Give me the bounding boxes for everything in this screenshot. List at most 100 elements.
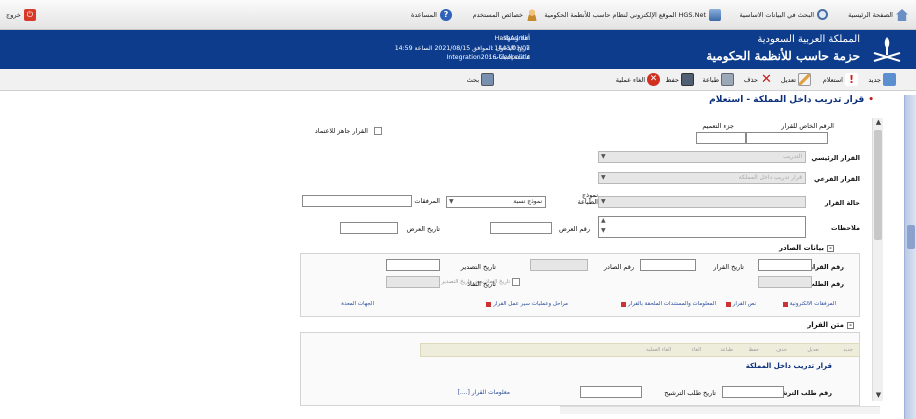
attachments-label: المرفقات: [414, 197, 440, 205]
print-button[interactable]: طباعة: [703, 73, 734, 86]
printer-icon: [721, 73, 734, 86]
exit-link[interactable]: خروج ⏻: [6, 9, 36, 21]
sub-decision-select[interactable]: قرار تدريب داخل المملكة ▼: [598, 172, 806, 184]
greeting-label: أهلا وسهلا :: [499, 34, 530, 42]
print-form-value: نموذج نسبة: [513, 198, 542, 205]
status-select[interactable]: ▼: [598, 196, 806, 208]
effective-date-checkbox[interactable]: [512, 278, 520, 286]
collapse-icon[interactable]: -: [847, 321, 854, 329]
preparing-parties-link[interactable]: الجهات المعدة: [341, 301, 374, 307]
app-header: المملكة العربية السعودية حزمة حاسب للأنظ…: [0, 30, 916, 69]
sub-cancel-button[interactable]: الغاء: [692, 347, 701, 353]
side-panel-grip[interactable]: [907, 225, 915, 249]
year-part-input[interactable]: [696, 132, 746, 144]
cancel-icon: ✕: [647, 73, 660, 86]
nomination-number-input[interactable]: [722, 386, 784, 398]
body-sub-toolbar: جديد تعديل حذف حفظ طباعة الغاء الغاء الع…: [420, 343, 860, 357]
notes-label: ملاحظات: [831, 224, 860, 232]
app-icon: [709, 9, 721, 21]
home-icon: [896, 9, 908, 21]
related-documents-label: المعلومات والمستندات الملحقة بالقرار: [628, 301, 716, 307]
delete-label: حذف: [743, 75, 758, 84]
save-button[interactable]: حفظ: [666, 73, 694, 86]
ref-number-label: الرقم الخاص للقرار: [781, 122, 834, 130]
side-panel-tab[interactable]: [904, 95, 916, 419]
sub-save-button[interactable]: حفظ: [749, 347, 759, 353]
sub-new-button[interactable]: جديد: [843, 347, 853, 353]
report-label: بحث: [466, 75, 479, 84]
related-documents-link[interactable]: المعلومات والمستندات الملحقة بالقرار: [621, 301, 716, 307]
main-decision-label: القرار الرئيسي: [811, 154, 860, 162]
print-form-label: نموذج الطباعة: [577, 191, 598, 206]
workflow-stages-link[interactable]: مراحل وعمليات سير عمل القرار: [486, 301, 568, 307]
help-link[interactable]: المساعدة ?: [411, 9, 452, 21]
scroll-up-icon[interactable]: ▲: [873, 118, 884, 128]
electronic-attachments-link[interactable]: المرفقات الالكترونية: [782, 301, 836, 307]
documents-icon: [621, 301, 627, 307]
request-number-input[interactable]: [758, 276, 812, 288]
search-data-link[interactable]: البحث في البيانات الاساسية: [740, 9, 828, 20]
delete-icon: ✕: [761, 72, 772, 87]
request-number-label: رقم الطلب: [808, 280, 844, 288]
sub-edit-button[interactable]: تعديل: [807, 347, 819, 353]
sub-print-button[interactable]: طباعة: [720, 347, 733, 353]
ref-number-input[interactable]: [746, 132, 828, 144]
query-button[interactable]: استعلام !: [823, 73, 858, 86]
scroll-down-icon[interactable]: ▼: [601, 227, 606, 234]
sub-delete-button[interactable]: حذف: [776, 347, 787, 353]
attachment-icon: [782, 301, 788, 307]
document-icon: [725, 301, 731, 307]
effective-date-input[interactable]: [386, 276, 440, 288]
offer-date-input[interactable]: [340, 222, 398, 234]
new-button[interactable]: جديد: [868, 73, 896, 86]
edit-icon: [798, 73, 811, 86]
scroll-up-icon[interactable]: ▲: [601, 217, 606, 224]
ready-label: القرار جاهز للاعتماد: [314, 127, 368, 135]
cancel-operation-button[interactable]: الغاء عملية ✕: [616, 73, 660, 86]
issue-section-header[interactable]: - بيانات الصادر: [779, 243, 834, 253]
decision-text-link[interactable]: نص القرار: [725, 301, 756, 307]
issue-date-input[interactable]: [386, 259, 440, 271]
ready-checkbox[interactable]: [374, 127, 382, 135]
help-label: المساعدة: [410, 11, 437, 19]
offer-number-input[interactable]: [490, 222, 552, 234]
electronic-attachments-label: المرفقات الالكترونية: [789, 301, 836, 307]
decision-date-input[interactable]: [640, 259, 696, 271]
notes-textarea[interactable]: ▲ ▼: [598, 216, 806, 238]
main-decision-value: التدريب: [783, 153, 802, 160]
search-data-label: البحث في البيانات الاساسية: [739, 10, 814, 19]
delete-button[interactable]: حذف ✕: [744, 73, 773, 86]
offer-date-label: تاريخ العرض: [406, 225, 440, 233]
attachments-input[interactable]: [302, 195, 412, 207]
scrollbar-thumb[interactable]: [874, 130, 882, 240]
issue-date-label: تاريخ التصدير: [460, 263, 496, 271]
issue-number-input[interactable]: [530, 259, 588, 271]
decision-info-link[interactable]: معلومات القرار [....]: [458, 389, 510, 396]
home-label: الصفحة الرئيسية: [848, 11, 893, 19]
nomination-date-input[interactable]: [580, 386, 642, 398]
main-decision-select[interactable]: التدريب ▼: [598, 151, 806, 163]
workflow-stages-label: مراحل وعمليات سير عمل القرار: [493, 301, 568, 307]
preparing-parties-label: الجهات المعدة: [341, 301, 374, 307]
chevron-down-icon: ▼: [601, 153, 606, 160]
app-site-link[interactable]: الموقع الإلكتروني لنظام حاسب للأنظمة الح…: [544, 9, 721, 21]
horizontal-scrollbar[interactable]: [560, 406, 880, 414]
scroll-down-icon[interactable]: ▼: [873, 391, 884, 401]
edit-button[interactable]: تعديل: [781, 73, 811, 86]
report-button[interactable]: بحث: [467, 73, 494, 86]
collapse-icon[interactable]: -: [827, 244, 834, 252]
user-properties-link[interactable]: خصائص المستخدم: [473, 9, 538, 21]
print-form-select[interactable]: نموذج نسبة ▼: [446, 196, 546, 208]
action-toolbar: جديد استعلام ! تعديل حذف ✕ طباعة حفظ الغ…: [0, 69, 916, 91]
exclamation-icon: !: [845, 73, 858, 86]
decision-number-input[interactable]: [758, 259, 812, 271]
help-icon: ?: [440, 9, 452, 21]
body-section-label: متن القرار: [807, 321, 844, 329]
body-section-header[interactable]: - متن القرار: [807, 320, 854, 330]
vertical-scrollbar[interactable]: ▲ ▼: [872, 118, 883, 401]
save-label: حفظ: [665, 75, 679, 84]
sub-cancel-operation-button[interactable]: الغاء العملية: [646, 347, 671, 353]
home-link[interactable]: الصفحة الرئيسية: [848, 9, 908, 21]
workflow-icon: [486, 301, 492, 307]
exit-label: خروج: [6, 11, 21, 19]
